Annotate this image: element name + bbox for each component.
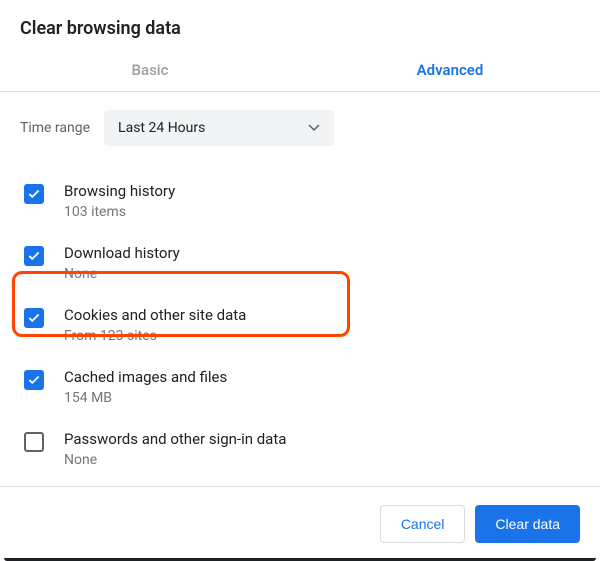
option-sub: 154 MB [64, 390, 227, 406]
option-cookies[interactable]: Cookies and other site data From 123 sit… [20, 294, 580, 356]
timerange-label: Time range [20, 120, 90, 136]
option-title: Browsing history [64, 182, 175, 200]
checkbox-cached[interactable] [24, 370, 44, 390]
tab-advanced[interactable]: Advanced [300, 51, 600, 91]
option-autofill[interactable]: Auto-fill form data [20, 480, 580, 482]
option-sub: None [64, 452, 286, 468]
option-sub: From 123 sites [64, 328, 246, 344]
checkbox-passwords[interactable] [24, 432, 44, 452]
option-sub: 103 items [64, 204, 175, 220]
content-area: Time range Last 24 Hours Browsing histor… [0, 92, 600, 482]
tab-basic[interactable]: Basic [0, 51, 300, 91]
option-browsing-history[interactable]: Browsing history 103 items [20, 170, 580, 232]
timerange-value: Last 24 Hours [118, 120, 205, 136]
tabs: Basic Advanced [0, 51, 600, 92]
timerange-select[interactable]: Last 24 Hours [104, 110, 334, 146]
checkbox-download-history[interactable] [24, 246, 44, 266]
option-title: Download history [64, 244, 180, 262]
cancel-button[interactable]: Cancel [380, 505, 466, 543]
option-passwords[interactable]: Passwords and other sign-in data None [20, 418, 580, 480]
checkbox-browsing-history[interactable] [24, 184, 44, 204]
option-sub: None [64, 266, 180, 282]
option-title: Passwords and other sign-in data [64, 430, 286, 448]
chevron-down-icon [308, 120, 320, 136]
dialog-footer: Cancel Clear data [0, 486, 600, 561]
option-title: Cookies and other site data [64, 306, 246, 324]
clear-data-button[interactable]: Clear data [475, 505, 580, 543]
option-download-history[interactable]: Download history None [20, 232, 580, 294]
dialog-title: Clear browsing data [20, 18, 580, 39]
option-cached[interactable]: Cached images and files 154 MB [20, 356, 580, 418]
option-title: Cached images and files [64, 368, 227, 386]
checkbox-cookies[interactable] [24, 308, 44, 328]
